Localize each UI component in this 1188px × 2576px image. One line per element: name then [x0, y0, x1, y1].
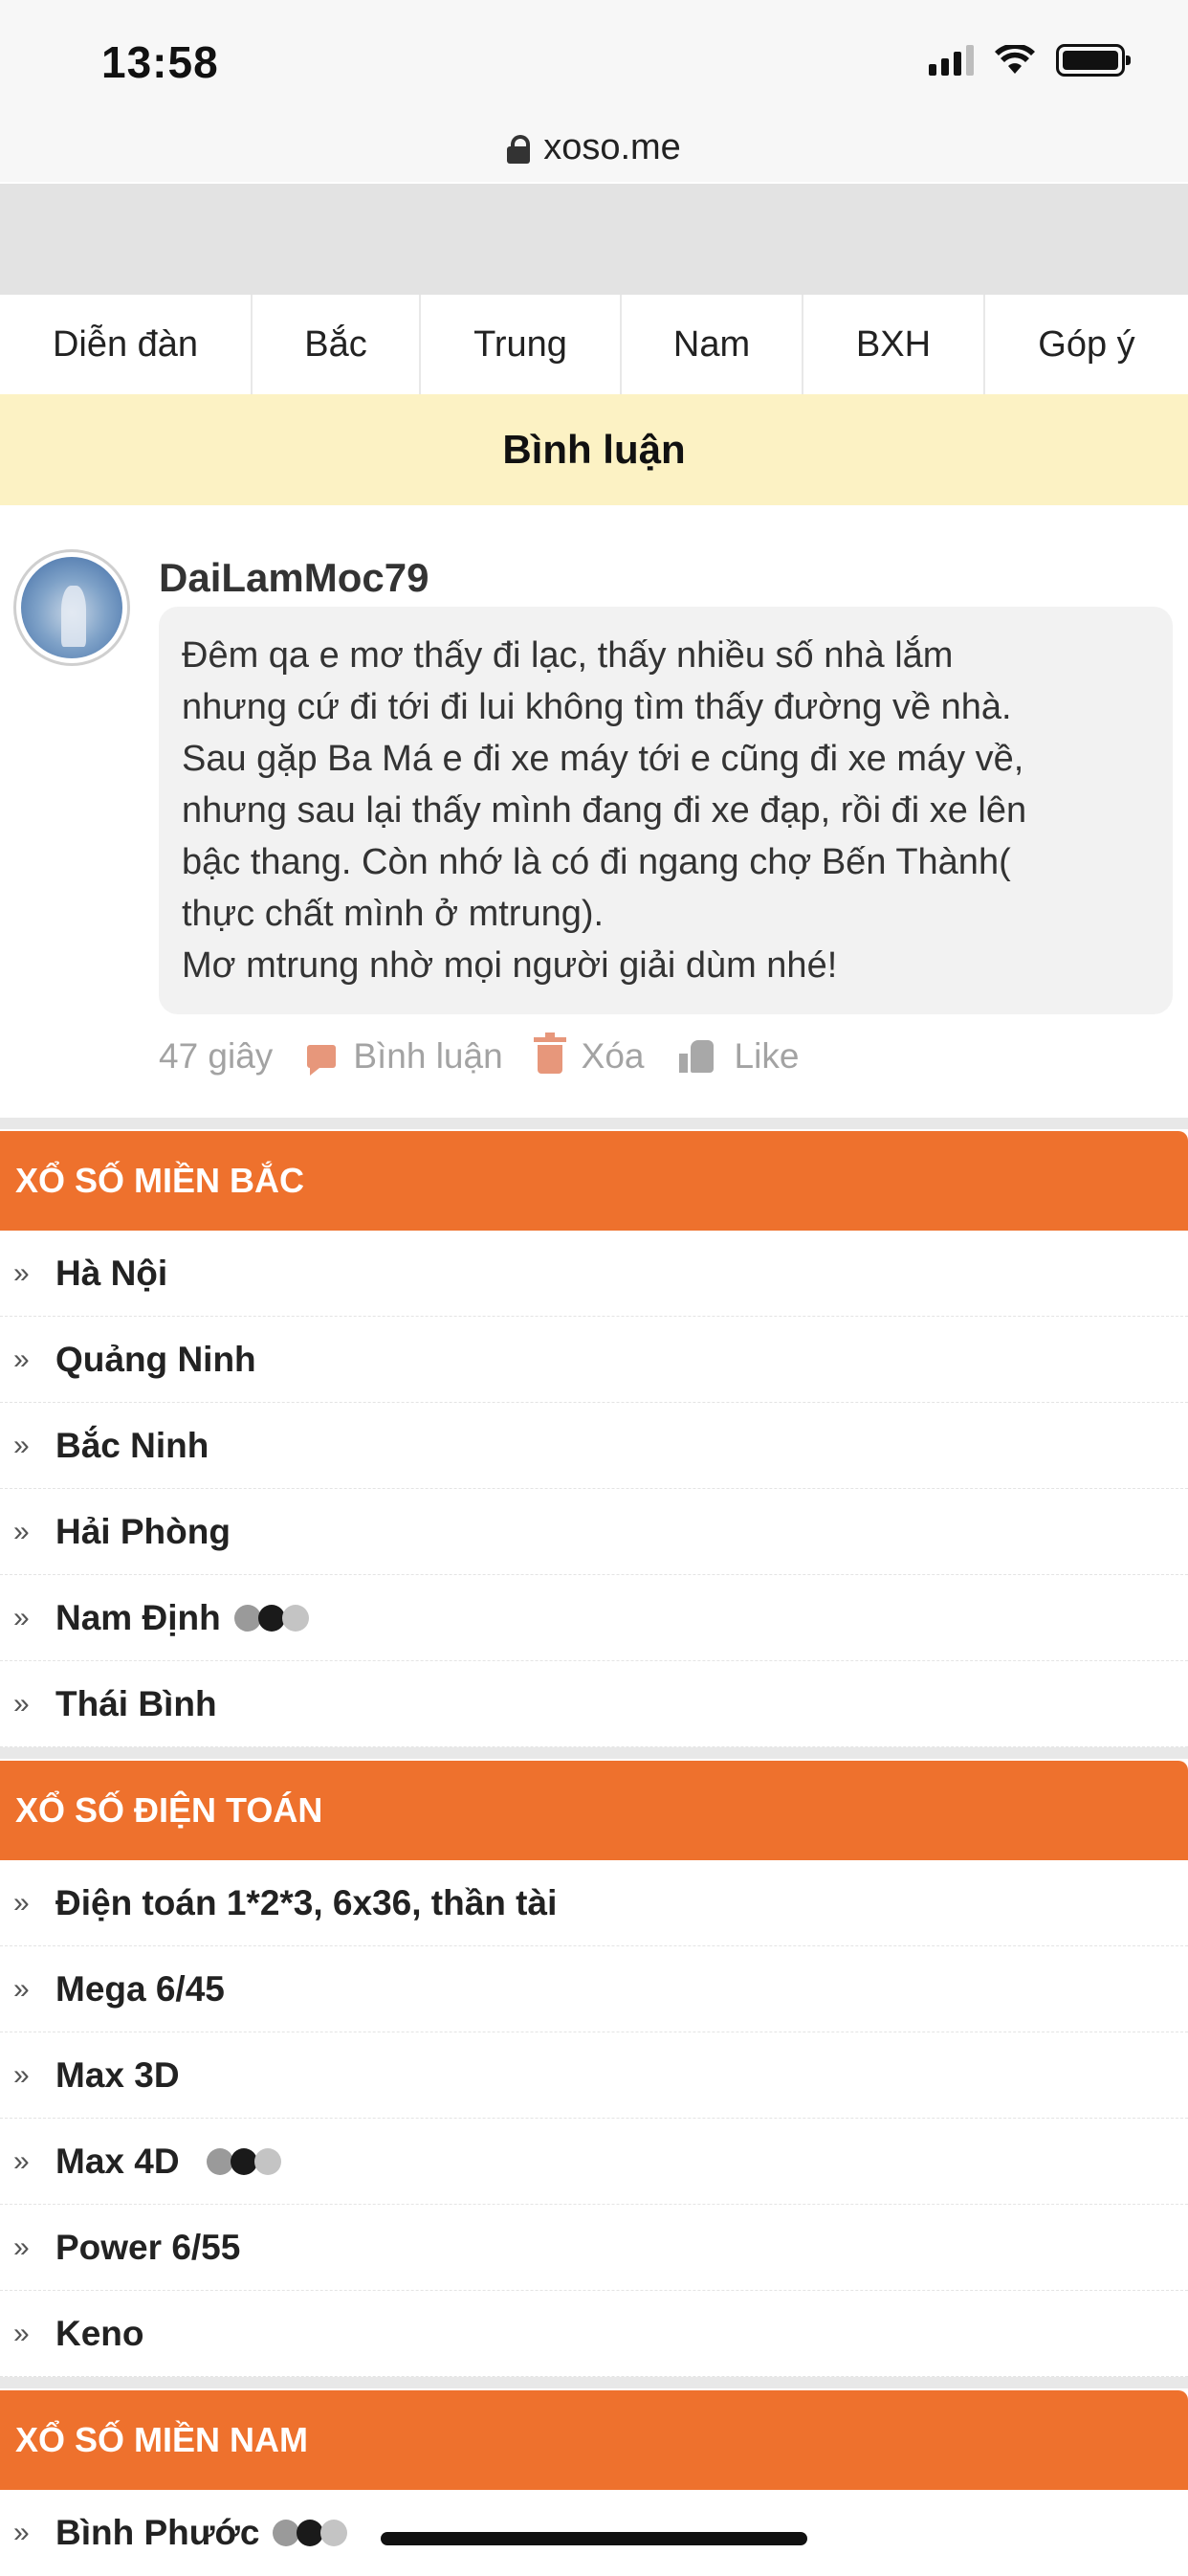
list-item[interactable]: » Hải Phòng — [0, 1489, 1188, 1575]
top-nav: Diễn đàn Bắc Trung Nam BXH Góp ý — [0, 295, 1188, 395]
list-item[interactable]: » Thái Bình — [0, 1661, 1188, 1747]
reply-button[interactable]: Bình luận — [307, 1036, 503, 1077]
nav-item-gop-y[interactable]: Góp ý — [985, 295, 1188, 394]
status-bar: 13:58 — [0, 0, 1188, 124]
divider — [0, 1118, 1188, 1129]
section-xo-so-mien-nam: XỔ SỐ MIỀN NAM » Bình Phước — [0, 2390, 1188, 2576]
chevron-right-icon: » — [13, 1601, 30, 1633]
chevron-right-icon: » — [13, 2144, 30, 2177]
battery-icon — [1056, 44, 1131, 77]
list-item[interactable]: » Hà Nội — [0, 1231, 1188, 1317]
list-item-label: Max 3D — [55, 2054, 180, 2095]
avatar[interactable] — [13, 549, 130, 666]
list-item-label: Keno — [55, 2313, 144, 2353]
list-item[interactable]: » Điện toán 1*2*3, 6x36, thần tài — [0, 1860, 1188, 1946]
list-item[interactable]: » Max 4D — [0, 2119, 1188, 2205]
like-button[interactable]: Like — [678, 1036, 800, 1077]
lock-icon — [507, 135, 531, 164]
chevron-right-icon: » — [13, 2317, 30, 2349]
comment-text: Đêm qa e mơ thấy đi lạc, thấy nhiều số n… — [182, 635, 1027, 986]
wifi-icon — [995, 45, 1035, 74]
chevron-right-icon: » — [13, 1256, 30, 1289]
live-loading-icon — [273, 2520, 348, 2546]
like-label: Like — [734, 1036, 800, 1076]
home-indicator[interactable] — [381, 2532, 807, 2545]
cellular-signal-icon — [929, 45, 974, 76]
live-loading-icon — [206, 2147, 281, 2175]
chevron-right-icon: » — [13, 1886, 30, 1919]
section-xo-so-mien-bac: XỔ SỐ MIỀN BẮC » Hà Nội » Quảng Ninh » Bắc … — [0, 1131, 1188, 1747]
nav-item-bac[interactable]: Bắc — [253, 295, 421, 394]
comment-bubble: Đêm qa e mơ thấy đi lạc, thấy nhiều số n… — [159, 607, 1173, 1014]
status-icons — [929, 44, 1131, 77]
list-item-label: Power 6/55 — [55, 2227, 241, 2267]
divider — [0, 1747, 1188, 1759]
nav-item-nam[interactable]: Nam — [622, 295, 803, 394]
delete-button[interactable]: Xóa — [533, 1033, 645, 1077]
comment-username[interactable]: DaiLamMoc79 — [159, 555, 429, 601]
thumbs-up-icon — [678, 1040, 715, 1073]
list-item-label: Hà Nội — [55, 1253, 168, 1293]
list-item[interactable]: » Power 6/55 — [0, 2205, 1188, 2291]
list-item-label: Nam Định — [55, 1597, 221, 1637]
chevron-right-icon: » — [13, 1343, 30, 1375]
chevron-right-icon: » — [13, 1972, 30, 2005]
list-item[interactable]: » Nam Định — [0, 1575, 1188, 1661]
list-item-label: Max 4D — [55, 2141, 180, 2181]
chevron-right-icon: » — [13, 1429, 30, 1461]
nav-item-trung[interactable]: Trung — [421, 295, 622, 394]
live-loading-icon — [233, 1604, 309, 1632]
list-item-label: Điện toán 1*2*3, 6x36, thần tài — [55, 1882, 558, 1922]
list-item[interactable]: » Bắc Ninh — [0, 1403, 1188, 1489]
divider — [0, 2377, 1188, 2388]
nav-item-bxh[interactable]: BXH — [803, 295, 985, 394]
chevron-right-icon: » — [13, 1515, 30, 1547]
ad-banner-placeholder — [0, 184, 1188, 295]
section-header[interactable]: XỔ SỐ ĐIỆN TOÁN — [0, 1761, 1188, 1860]
list-item-label: Bình Phước — [55, 2513, 260, 2552]
list-item-label: Hải Phòng — [55, 1511, 231, 1551]
comment-icon — [307, 1045, 337, 1076]
chevron-right-icon: » — [13, 2058, 30, 2091]
list-item[interactable]: » Max 3D — [0, 2032, 1188, 2119]
delete-label: Xóa — [581, 1036, 645, 1076]
list-item[interactable]: » Keno — [0, 2291, 1188, 2377]
comment-actions: 47 giây Bình luận Xóa Like — [159, 1032, 833, 1081]
status-time: 13:58 — [101, 37, 219, 87]
comment-time: 47 giây — [159, 1036, 274, 1076]
reply-label: Bình luận — [353, 1036, 503, 1076]
section-xo-so-dien-toan: XỔ SỐ ĐIỆN TOÁN » Điện toán 1*2*3, 6x36, … — [0, 1761, 1188, 2377]
page-title: Bình luận — [0, 394, 1188, 505]
list-item-label: Quảng Ninh — [55, 1339, 256, 1379]
section-header[interactable]: XỔ SỐ MIỀN BẮC — [0, 1131, 1188, 1231]
chevron-right-icon: » — [13, 2517, 30, 2548]
chevron-right-icon: » — [13, 1687, 30, 1720]
list-item[interactable]: » Quảng Ninh — [0, 1317, 1188, 1403]
list-item-label: Mega 6/45 — [55, 1968, 225, 2009]
section-header[interactable]: XỔ SỐ MIỀN NAM — [0, 2390, 1188, 2490]
address-bar[interactable]: xoso.me — [0, 113, 1188, 182]
chevron-right-icon: » — [13, 2231, 30, 2263]
trash-icon — [533, 1033, 566, 1074]
list-item-label: Bắc Ninh — [55, 1425, 209, 1465]
list-item[interactable]: » Mega 6/45 — [0, 1946, 1188, 2032]
url-text: xoso.me — [543, 126, 681, 167]
list-item-label: Thái Bình — [55, 1683, 217, 1723]
nav-item-dien-dan[interactable]: Diễn đàn — [0, 295, 253, 394]
